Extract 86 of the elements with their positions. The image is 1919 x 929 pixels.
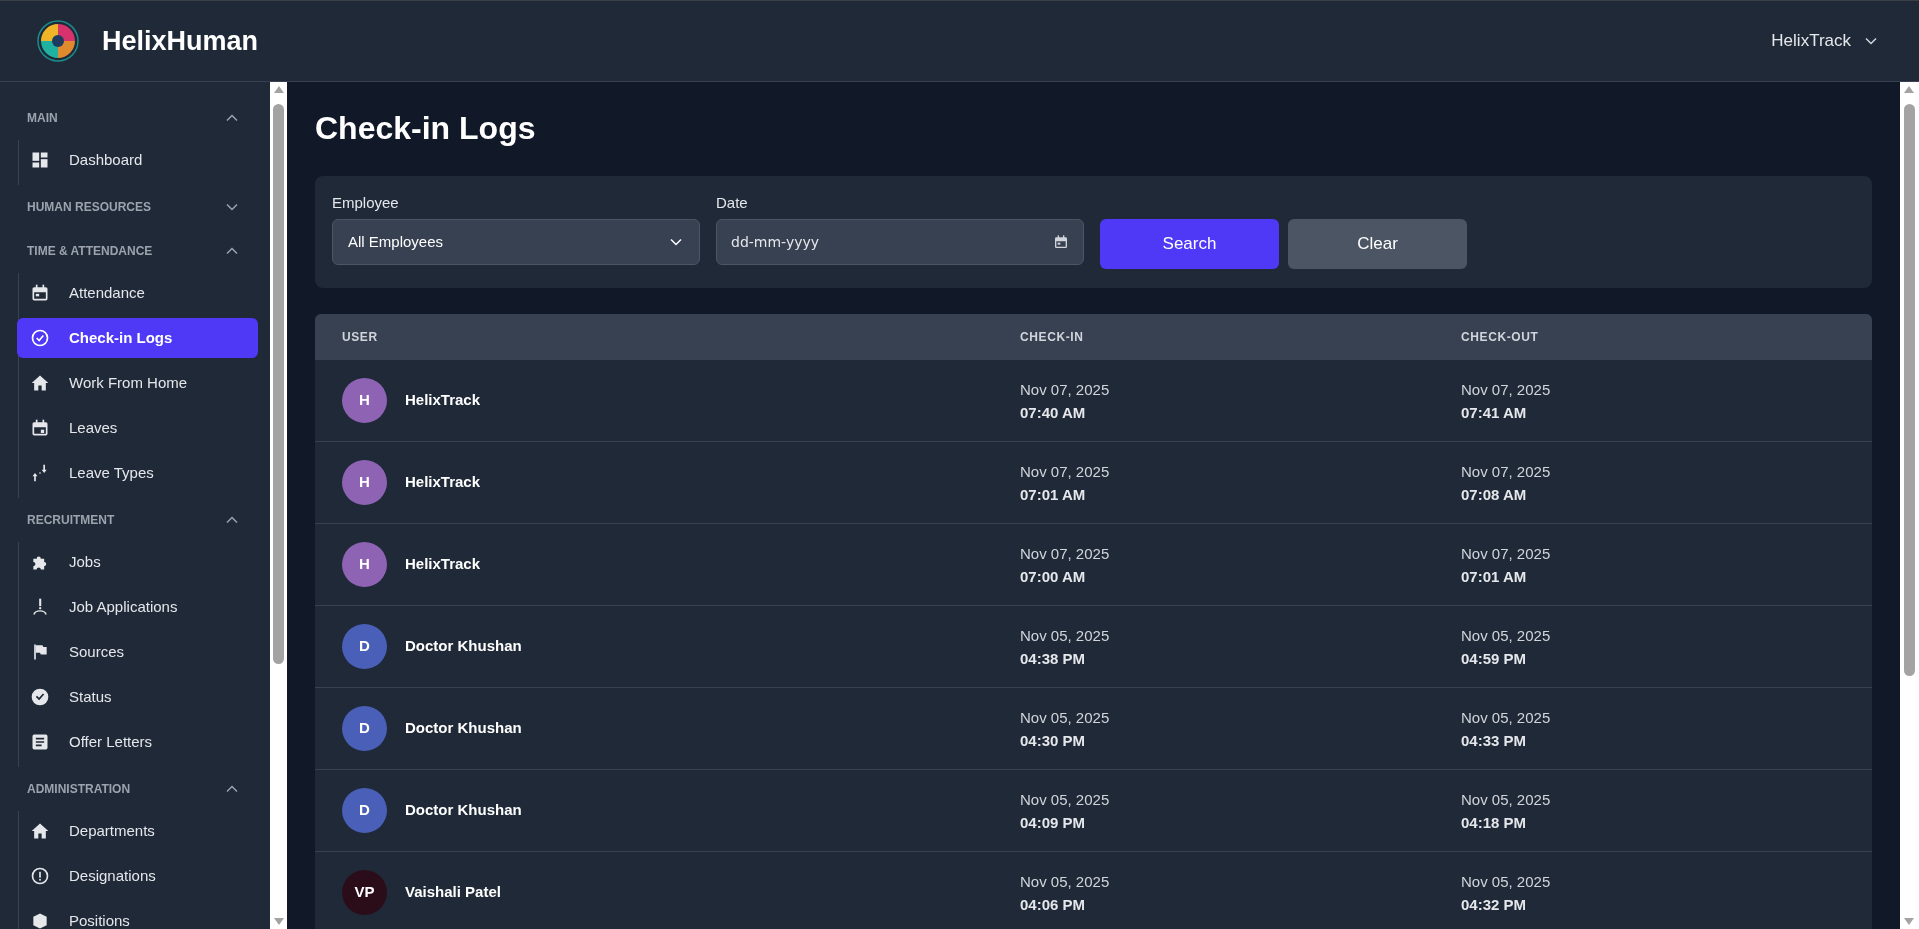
nav-item[interactable]: Departments [17, 811, 258, 851]
avatar: D [342, 624, 387, 669]
section-header[interactable]: ADMINISTRATION [18, 767, 258, 811]
user-name: Vaishali Patel [405, 882, 501, 903]
logo-icon [36, 19, 80, 63]
column-header: USER [342, 329, 379, 346]
grid-icon [30, 150, 50, 170]
user-name: Doctor Khushan [405, 636, 522, 657]
avatar: D [342, 788, 387, 833]
home-icon [30, 821, 50, 841]
cube-icon [30, 911, 50, 929]
date-text: Nov 05, 2025 [1461, 871, 1552, 892]
date-text: Nov 05, 2025 [1020, 625, 1111, 646]
section-header[interactable]: RECRUITMENT [18, 498, 258, 542]
calendar-icon [1053, 234, 1069, 250]
section-header[interactable]: TIME & ATTENDANCE [18, 229, 258, 273]
nav-item[interactable]: Jobs [17, 542, 258, 582]
user-name: HelixTrack [405, 390, 481, 411]
date-text: Nov 05, 2025 [1461, 625, 1552, 646]
time-text: 07:41 AM [1461, 402, 1528, 423]
date-text: Nov 07, 2025 [1461, 461, 1552, 482]
avatar: H [342, 378, 387, 423]
date-text: Nov 05, 2025 [1020, 871, 1111, 892]
date-text: Nov 05, 2025 [1461, 789, 1552, 810]
date-text: Nov 07, 2025 [1020, 543, 1111, 564]
time-text: 04:18 PM [1461, 812, 1528, 833]
nav-item[interactable]: Offer Letters [17, 722, 258, 762]
date-text: Nov 07, 2025 [1020, 379, 1111, 400]
date-text: Nov 07, 2025 [1461, 379, 1552, 400]
column-header: CHECK-OUT [1461, 329, 1540, 346]
nav-item[interactable]: Attendance [17, 273, 258, 313]
user-menu[interactable]: HelixTrack [1771, 28, 1879, 54]
date-text: Nov 05, 2025 [1461, 707, 1552, 728]
calendar-icon [30, 418, 50, 438]
avatar: H [342, 460, 387, 505]
page-title: Check-in Logs [315, 109, 537, 148]
time-text: 07:01 AM [1020, 484, 1087, 505]
nav-item[interactable]: Sources [17, 632, 258, 672]
time-text: 04:06 PM [1020, 894, 1087, 915]
time-text: 07:08 AM [1461, 484, 1528, 505]
date-field[interactable]: dd-mm-yyyy [716, 219, 1084, 265]
field-label: Employee [332, 193, 400, 213]
nav-item[interactable]: Positions [17, 901, 258, 929]
nav-item[interactable]: Dashboard [17, 140, 258, 180]
date-text: Nov 07, 2025 [1461, 543, 1552, 564]
time-text: 07:00 AM [1020, 566, 1087, 587]
date-text: Nov 05, 2025 [1020, 789, 1111, 810]
calendar-icon [30, 283, 50, 303]
field-label: Date [716, 193, 749, 213]
check-circle-icon [30, 328, 50, 348]
nav-item[interactable]: Job Applications [17, 587, 258, 627]
time-text: 04:38 PM [1020, 648, 1087, 669]
brand-name: HelixHuman [102, 24, 259, 58]
scrollbar[interactable] [1900, 82, 1919, 929]
avatar: VP [342, 870, 387, 915]
time-text: 07:01 AM [1461, 566, 1528, 587]
time-text: 04:32 PM [1461, 894, 1528, 915]
nav-item[interactable]: Status [17, 677, 258, 717]
nav-item[interactable]: Work From Home [17, 363, 258, 403]
user-name: Doctor Khushan [405, 800, 522, 821]
avatar: D [342, 706, 387, 751]
column-header: CHECK-IN [1020, 329, 1085, 346]
nav-item[interactable]: Leave Types [17, 453, 258, 493]
nav-item[interactable]: Check-in Logs [17, 318, 258, 358]
search-button[interactable]: Search [1100, 219, 1279, 269]
date-text: Nov 07, 2025 [1020, 461, 1111, 482]
scrollbar[interactable] [270, 82, 287, 929]
document-icon [30, 732, 50, 752]
time-text: 04:30 PM [1020, 730, 1087, 751]
avatar: H [342, 542, 387, 587]
alert-icon [30, 866, 50, 886]
time-text: 04:09 PM [1020, 812, 1087, 833]
home-icon [30, 373, 50, 393]
user-name: HelixTrack [405, 554, 481, 575]
employee-select[interactable]: All Employees [332, 219, 700, 265]
user-name: Doctor Khushan [405, 718, 522, 739]
date-text: Nov 05, 2025 [1020, 707, 1111, 728]
time-text: 04:59 PM [1461, 648, 1528, 669]
time-text: 04:33 PM [1461, 730, 1528, 751]
nav-item[interactable]: Designations [17, 856, 258, 896]
user-name: HelixTrack [405, 472, 481, 493]
section-header[interactable]: HUMAN RESOURCES [18, 185, 258, 229]
clear-button[interactable]: Clear [1288, 219, 1467, 269]
time-text: 07:40 AM [1020, 402, 1087, 423]
nav-item[interactable]: Leaves [17, 408, 258, 448]
section-header[interactable]: MAIN [18, 96, 258, 140]
